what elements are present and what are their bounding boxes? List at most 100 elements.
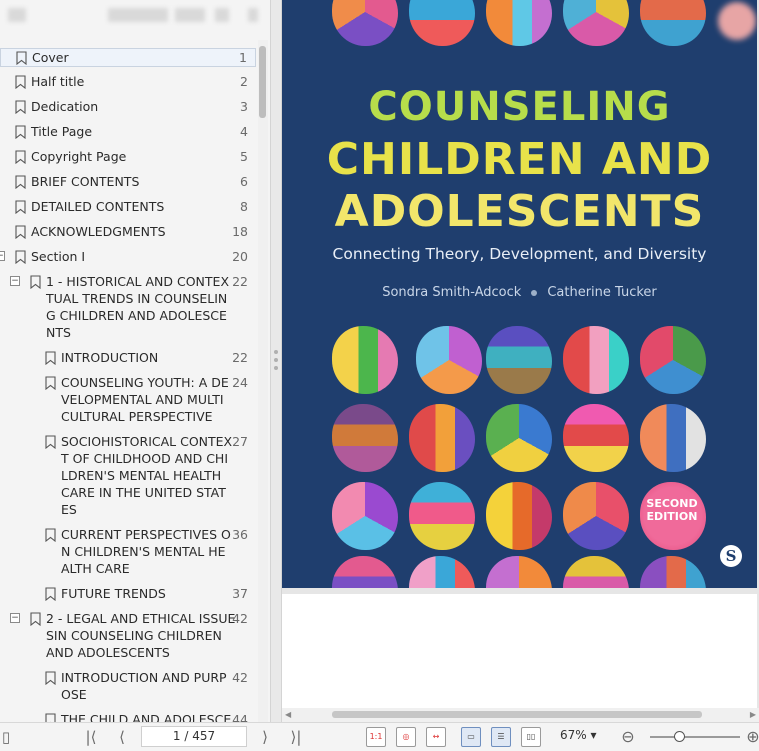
bookmark-item[interactable]: Cover 1: [0, 48, 256, 67]
fit-width-icon[interactable]: ↔: [426, 727, 446, 747]
bookmark-icon: [15, 150, 26, 164]
painted-circle: [332, 0, 398, 46]
bookmark-label: INTRODUCTION AND PURP OSE: [61, 670, 227, 702]
edition-badge: SECOND EDITION: [642, 497, 702, 523]
horizontal-scrollbar[interactable]: ◀ ▶: [282, 708, 759, 722]
sidebar-scrollbar[interactable]: [258, 40, 268, 722]
bookmark-panel: Cover 1 Half title 2 Dedication 3 Title Page 4 C…: [0, 0, 270, 722]
cover-title-line: CHILDREN AND: [326, 134, 713, 185]
bookmark-icon: [30, 612, 41, 626]
bookmark-item[interactable]: Half title 2: [0, 73, 256, 92]
blurred-header-item: [175, 8, 205, 22]
sidebar-scroll-thumb[interactable]: [259, 46, 266, 118]
painted-circle: [409, 556, 475, 588]
painted-circle: [486, 556, 552, 588]
actual-size-icon[interactable]: 1:1: [366, 727, 386, 747]
first-page-icon[interactable]: |⟨: [80, 727, 102, 747]
bottom-toolbar: ▯ |⟨ ⟨ 1 / 457 ⟩ ⟩| 1:1 ◎ ↔ ▭ ☰ ▯▯ 67% ▾…: [0, 722, 759, 751]
bookmark-page-number: 22: [232, 274, 248, 289]
bookmark-page-number: 27: [232, 434, 248, 449]
zoom-slider-handle[interactable]: [674, 731, 685, 742]
bookmark-item[interactable]: Dedication 3: [0, 98, 256, 117]
bookmark-page-number: 1: [239, 50, 247, 65]
bookmark-item[interactable]: SOCIOHISTORICAL CONTEX T OF CHILDHOOD AN…: [0, 433, 256, 520]
splitter-grip: [274, 350, 278, 354]
bookmark-label: Section I: [31, 249, 86, 264]
bookmark-item[interactable]: INTRODUCTION AND PURP OSE 42: [0, 669, 256, 705]
bookmark-item[interactable]: ACKNOWLEDGMENTS 18: [0, 223, 256, 242]
painted-circle: [640, 0, 706, 46]
painted-circle: [640, 556, 706, 588]
bookmark-item[interactable]: Title Page 4: [0, 123, 256, 142]
zoom-value: 67%: [560, 728, 587, 742]
scroll-left-icon[interactable]: ◀: [285, 710, 291, 719]
bookmark-item[interactable]: DETAILED CONTENTS 8: [0, 198, 256, 217]
chevron-down-icon: ▾: [590, 728, 597, 742]
bookmark-label: Copyright Page: [31, 149, 127, 164]
bookmark-icon: [45, 587, 56, 601]
bookmark-page-number: 8: [240, 199, 248, 214]
zoom-out-icon[interactable]: ⊖: [618, 727, 638, 747]
bookmark-page-number: 44: [232, 712, 248, 722]
bookmark-item[interactable]: − Section I 20: [0, 248, 256, 267]
collapse-toggle-icon[interactable]: −: [0, 251, 5, 261]
bookmark-label: COUNSELING YOUTH: A DE VELOPMENTAL AND M…: [61, 375, 229, 424]
panel-toggle-icon[interactable]: ▯: [0, 727, 12, 747]
page-number-input[interactable]: 1 / 457: [141, 726, 247, 747]
painted-circle: [486, 0, 552, 46]
next-page-icon[interactable]: ⟩: [255, 727, 275, 747]
bookmark-icon: [15, 100, 26, 114]
painted-circle: [409, 404, 475, 472]
zoom-in-icon[interactable]: ⊕: [745, 727, 759, 747]
bookmark-item[interactable]: COUNSELING YOUTH: A DE VELOPMENTAL AND M…: [0, 374, 256, 427]
bookmark-page-number: 36: [232, 527, 248, 542]
document-viewer[interactable]: COUNSELING CHILDREN AND ADOLESCENTS Conn…: [282, 0, 759, 722]
painted-circle: [486, 404, 552, 472]
blurred-header-item: [108, 8, 168, 22]
bookmark-page-number: 5: [240, 149, 248, 164]
edition-text: EDITION: [646, 510, 698, 523]
bookmark-page-number: 37: [232, 586, 248, 601]
collapse-toggle-icon[interactable]: −: [10, 613, 20, 623]
continuous-view-icon[interactable]: ☰: [491, 727, 511, 747]
bookmark-page-number: 4: [240, 124, 248, 139]
bookmark-label: 1 - HISTORICAL AND CONTEX TUAL TRENDS IN…: [46, 274, 230, 340]
bookmark-item[interactable]: INTRODUCTION 22: [0, 349, 256, 368]
single-page-view-icon[interactable]: ▭: [461, 727, 481, 747]
sidebar-header: [0, 0, 270, 40]
bookmark-item[interactable]: FUTURE TRENDS 37: [0, 585, 256, 604]
splitter-grip: [274, 358, 278, 362]
horizontal-scroll-thumb[interactable]: [332, 711, 702, 718]
bookmark-item[interactable]: THE CHILD AND ADOLESCE 44: [0, 711, 256, 722]
scroll-right-icon[interactable]: ▶: [750, 710, 756, 719]
zoom-select[interactable]: 67% ▾: [560, 728, 597, 742]
last-page-icon[interactable]: ⟩|: [285, 727, 307, 747]
panel-splitter[interactable]: [270, 0, 282, 722]
bookmark-item[interactable]: − 1 - HISTORICAL AND CONTEX TUAL TRENDS I…: [0, 273, 256, 343]
bookmark-item[interactable]: CURRENT PERSPECTIVES O N CHILDREN'S MENT…: [0, 526, 256, 579]
cover-subtitle: Connecting Theory, Development, and Dive…: [332, 245, 707, 263]
painted-circle: [332, 326, 398, 394]
bookmark-label: FUTURE TRENDS: [61, 586, 166, 601]
bookmark-item[interactable]: Copyright Page 5: [0, 148, 256, 167]
bookmark-page-number: 24: [232, 375, 248, 390]
painted-circle: [563, 556, 629, 588]
bookmark-item[interactable]: − 2 - LEGAL AND ETHICAL ISSUE SIN COUNSEL…: [0, 610, 256, 663]
bookmark-icon: [45, 376, 56, 390]
edition-text: SECOND: [646, 497, 698, 510]
painted-circle: [486, 482, 552, 550]
blurred-header-item: [8, 8, 26, 22]
painted-circle: [409, 482, 475, 550]
bookmark-item[interactable]: BRIEF CONTENTS 6: [0, 173, 256, 192]
bookmark-label: Dedication: [31, 99, 99, 114]
cover-title-line: ADOLESCENTS: [334, 186, 705, 237]
avatar[interactable]: [718, 2, 756, 40]
bookmark-icon: [15, 250, 26, 264]
zoom-slider[interactable]: [650, 736, 740, 738]
prev-page-icon[interactable]: ⟨: [112, 727, 132, 747]
two-page-view-icon[interactable]: ▯▯: [521, 727, 541, 747]
bookmark-icon: [45, 671, 56, 685]
bookmark-label: SOCIOHISTORICAL CONTEX T OF CHILDHOOD AN…: [61, 434, 233, 517]
fit-page-icon[interactable]: ◎: [396, 727, 416, 747]
collapse-toggle-icon[interactable]: −: [10, 276, 20, 286]
